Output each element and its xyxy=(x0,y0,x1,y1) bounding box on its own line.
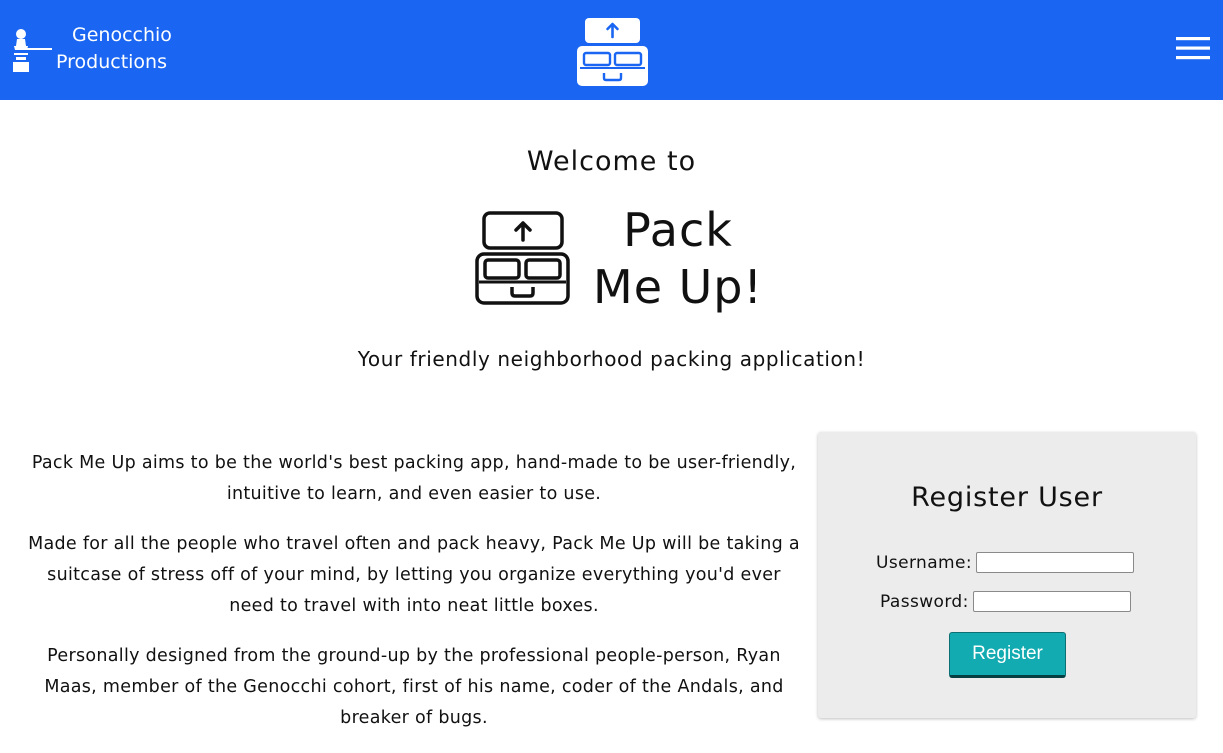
tagline: Your friendly neighborhood packing appli… xyxy=(357,347,866,371)
username-input[interactable] xyxy=(976,552,1134,573)
welcome-heading: Welcome to xyxy=(526,146,697,177)
app-title: Pack Me Up! xyxy=(588,202,768,316)
password-label: Password: xyxy=(880,591,969,612)
menu-button[interactable] xyxy=(1176,37,1210,64)
brand-logo[interactable]: Genocchio Productions xyxy=(8,22,172,76)
open-suitcase-icon xyxy=(577,18,648,86)
about-paragraph: Pack Me Up aims to be the world's best p… xyxy=(31,453,797,504)
app-title-line2: Me Up! xyxy=(593,260,763,314)
password-input[interactable] xyxy=(972,591,1131,612)
hamburger-menu-icon xyxy=(1176,37,1210,60)
register-button[interactable]: Register xyxy=(949,632,1066,678)
about-paragraph: Made for all the people who travel often… xyxy=(28,534,800,616)
home-logo-link[interactable] xyxy=(576,16,649,91)
top-navbar: Genocchio Productions xyxy=(0,0,1223,100)
app-title-line1: Pack xyxy=(623,203,733,257)
password-row: Password: xyxy=(880,591,1131,612)
brand-line2: Productions xyxy=(56,51,167,73)
open-suitcase-icon xyxy=(475,211,570,305)
brand-name: Genocchio Productions xyxy=(56,22,172,76)
chess-pawn-icon xyxy=(13,29,52,72)
username-label: Username: xyxy=(876,552,972,573)
username-row: Username: xyxy=(876,552,1134,573)
about-section: Pack Me Up aims to be the world's best p… xyxy=(24,448,804,753)
register-form: Register User Username: Password: Regist… xyxy=(818,432,1196,718)
hero-logo xyxy=(475,210,570,311)
brand-line1: Genocchio xyxy=(72,24,172,46)
register-title: Register User xyxy=(911,482,1103,513)
about-paragraph: Personally designed from the ground-up b… xyxy=(44,646,784,728)
